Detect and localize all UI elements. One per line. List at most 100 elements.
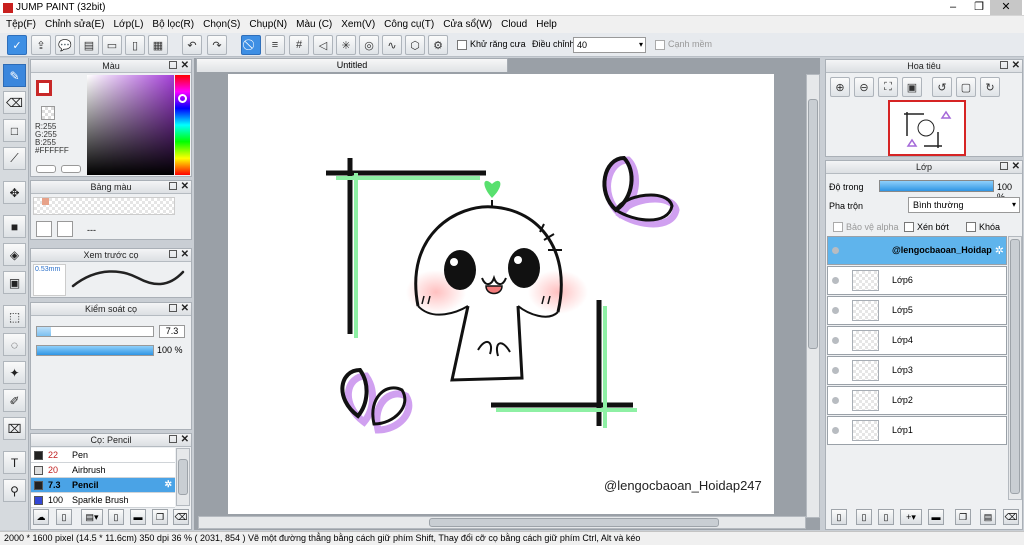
folder-icon[interactable]: ▬ bbox=[130, 509, 146, 525]
swatch-item[interactable] bbox=[42, 198, 49, 205]
page-icon[interactable]: ▭ bbox=[102, 35, 122, 55]
navigator-thumbnail[interactable] bbox=[888, 100, 966, 156]
popout-icon[interactable] bbox=[1000, 61, 1008, 69]
layer-row[interactable]: Lớp5 bbox=[827, 296, 1007, 325]
comment-icon[interactable]: 💬 bbox=[55, 35, 75, 55]
antialias-checkbox[interactable] bbox=[457, 40, 467, 50]
undo-icon[interactable]: ↶ bbox=[182, 35, 202, 55]
delete-swatch-icon[interactable] bbox=[57, 221, 73, 237]
zoom-out-icon[interactable]: ⊖ bbox=[854, 77, 874, 97]
swatch-grid[interactable] bbox=[33, 197, 175, 215]
fill-rect-tool-icon[interactable]: ■ bbox=[3, 215, 26, 238]
layer-row[interactable]: Lớp6 bbox=[827, 266, 1007, 295]
add-layer-menu-icon[interactable]: +▾ bbox=[900, 509, 922, 525]
maximize-button[interactable]: ❐ bbox=[966, 0, 992, 15]
layer-row[interactable]: @lengocbaoan_Hoidap ✲ bbox=[827, 236, 1007, 265]
layer-visibility-icon[interactable] bbox=[832, 367, 839, 374]
new-swatch-icon[interactable] bbox=[36, 221, 52, 237]
menu-window[interactable]: Cửa sổ(W) bbox=[440, 19, 498, 30]
scrollbar-thumb[interactable] bbox=[429, 518, 719, 527]
duplicate-brush-icon[interactable]: ❐ bbox=[152, 509, 168, 525]
magic-wand-tool-icon[interactable]: ✦ bbox=[3, 361, 26, 384]
layer-row[interactable]: Lớp3 bbox=[827, 356, 1007, 385]
rotate-right-icon[interactable]: ↻ bbox=[980, 77, 1000, 97]
adjust-dropdown[interactable]: 40 ▾ bbox=[573, 37, 646, 53]
reset-rotation-icon[interactable]: ▢ bbox=[956, 77, 976, 97]
new-brush-icon[interactable]: ▯ bbox=[56, 509, 72, 525]
layer-row[interactable]: Lớp1 bbox=[827, 416, 1007, 445]
canvas-horizontal-scrollbar[interactable] bbox=[198, 516, 806, 529]
lock-checkbox[interactable] bbox=[966, 222, 976, 232]
snap-icon[interactable]: ⬡ bbox=[405, 35, 425, 55]
delete-layer-icon[interactable]: ⌫ bbox=[1003, 509, 1019, 525]
cloud-sync-icon[interactable]: ✓ bbox=[7, 35, 27, 55]
close-icon[interactable]: ✕ bbox=[181, 60, 189, 72]
canvas-vertical-scrollbar[interactable] bbox=[806, 74, 820, 518]
menu-cloud[interactable]: Cloud bbox=[498, 19, 533, 30]
eraser-tool-icon[interactable]: ⌫ bbox=[3, 91, 26, 114]
scrollbar-thumb[interactable] bbox=[178, 459, 188, 495]
popout-icon[interactable] bbox=[1000, 162, 1008, 170]
concentric-circles-icon[interactable]: ◎ bbox=[359, 35, 379, 55]
redo-icon[interactable]: ↷ bbox=[207, 35, 227, 55]
color-mode-button[interactable] bbox=[36, 165, 56, 173]
menu-edit[interactable]: Chỉnh sửa(E) bbox=[42, 19, 111, 30]
scrollbar-thumb[interactable] bbox=[808, 99, 818, 349]
clip-checkbox[interactable] bbox=[904, 222, 914, 232]
layers-scrollbar[interactable] bbox=[1008, 236, 1022, 500]
menu-select[interactable]: Chọn(S) bbox=[200, 19, 246, 30]
transparent-color-swatch[interactable] bbox=[41, 106, 55, 120]
document-icon[interactable]: ▯ bbox=[125, 35, 145, 55]
brush-item-pen[interactable]: 22 Pen bbox=[31, 448, 175, 463]
layer-visibility-icon[interactable] bbox=[832, 337, 839, 344]
radial-lines-icon[interactable]: ✳ bbox=[336, 35, 356, 55]
rotate-left-icon[interactable]: ↺ bbox=[932, 77, 952, 97]
layer-visibility-icon[interactable] bbox=[832, 307, 839, 314]
bucket-tool-icon[interactable]: ◈ bbox=[3, 243, 26, 266]
grid-layout-icon[interactable]: ▦ bbox=[148, 35, 168, 55]
brush-list-scrollbar[interactable] bbox=[176, 448, 190, 506]
close-icon[interactable]: ✕ bbox=[181, 434, 189, 446]
menu-tools[interactable]: Công cụ(T) bbox=[381, 19, 440, 30]
layer-row[interactable]: Lớp2 bbox=[827, 386, 1007, 415]
fit-window-icon[interactable]: ⛶ bbox=[878, 77, 898, 97]
duplicate-layer-icon[interactable]: ❐ bbox=[955, 509, 971, 525]
popout-icon[interactable] bbox=[169, 250, 177, 258]
popout-icon[interactable] bbox=[169, 61, 177, 69]
move-tool-icon[interactable]: ✥ bbox=[3, 181, 26, 204]
layer-visibility-icon[interactable] bbox=[832, 397, 839, 404]
message-icon[interactable]: ▤ bbox=[79, 35, 99, 55]
saturation-value-picker[interactable] bbox=[87, 75, 174, 175]
brush-item-pencil[interactable]: 7.3 Pencil ✲ bbox=[31, 478, 175, 493]
popout-icon[interactable] bbox=[169, 182, 177, 190]
brush-props-icon[interactable]: ▯ bbox=[108, 509, 124, 525]
menu-filter[interactable]: Bộ lọc(R) bbox=[149, 19, 200, 30]
popout-icon[interactable] bbox=[169, 304, 177, 312]
select-pen-tool-icon[interactable]: ✐ bbox=[3, 389, 26, 412]
close-icon[interactable]: ✕ bbox=[181, 249, 189, 261]
close-button[interactable]: ✕ bbox=[990, 0, 1022, 15]
close-icon[interactable]: ✕ bbox=[1012, 60, 1020, 72]
curve-ruler-icon[interactable]: ∿ bbox=[382, 35, 402, 55]
layer-opacity-slider[interactable] bbox=[879, 180, 994, 192]
document-tab[interactable]: Untitled bbox=[196, 58, 508, 72]
actual-size-icon[interactable]: ▣ bbox=[902, 77, 922, 97]
popout-icon[interactable] bbox=[169, 435, 177, 443]
text-tool-icon[interactable]: T bbox=[3, 451, 26, 474]
soft-edge-checkbox[interactable] bbox=[655, 40, 665, 50]
eyedropper-tool-icon[interactable]: ⚲ bbox=[3, 479, 26, 502]
select-eraser-tool-icon[interactable]: ⌧ bbox=[3, 417, 26, 440]
grid-ruler-icon[interactable]: # bbox=[289, 35, 309, 55]
select-rect-tool-icon[interactable]: ⬚ bbox=[3, 305, 26, 328]
new-layer-icon[interactable]: ▯ bbox=[831, 509, 847, 525]
pen-tool-icon[interactable]: ✎ bbox=[3, 64, 26, 87]
menu-help[interactable]: Help bbox=[533, 19, 563, 30]
brush-settings-gear-icon[interactable]: ✲ bbox=[164, 479, 172, 490]
brush-menu-icon[interactable]: ▤▾ bbox=[81, 509, 103, 525]
color-swap-button[interactable] bbox=[61, 165, 81, 173]
delete-brush-icon[interactable]: ⌫ bbox=[173, 509, 189, 525]
hue-slider[interactable] bbox=[175, 75, 190, 175]
brush-size-slider[interactable] bbox=[36, 326, 154, 337]
foreground-color-swatch[interactable] bbox=[36, 80, 52, 96]
line-tool-icon[interactable]: ⟋ bbox=[3, 147, 26, 170]
